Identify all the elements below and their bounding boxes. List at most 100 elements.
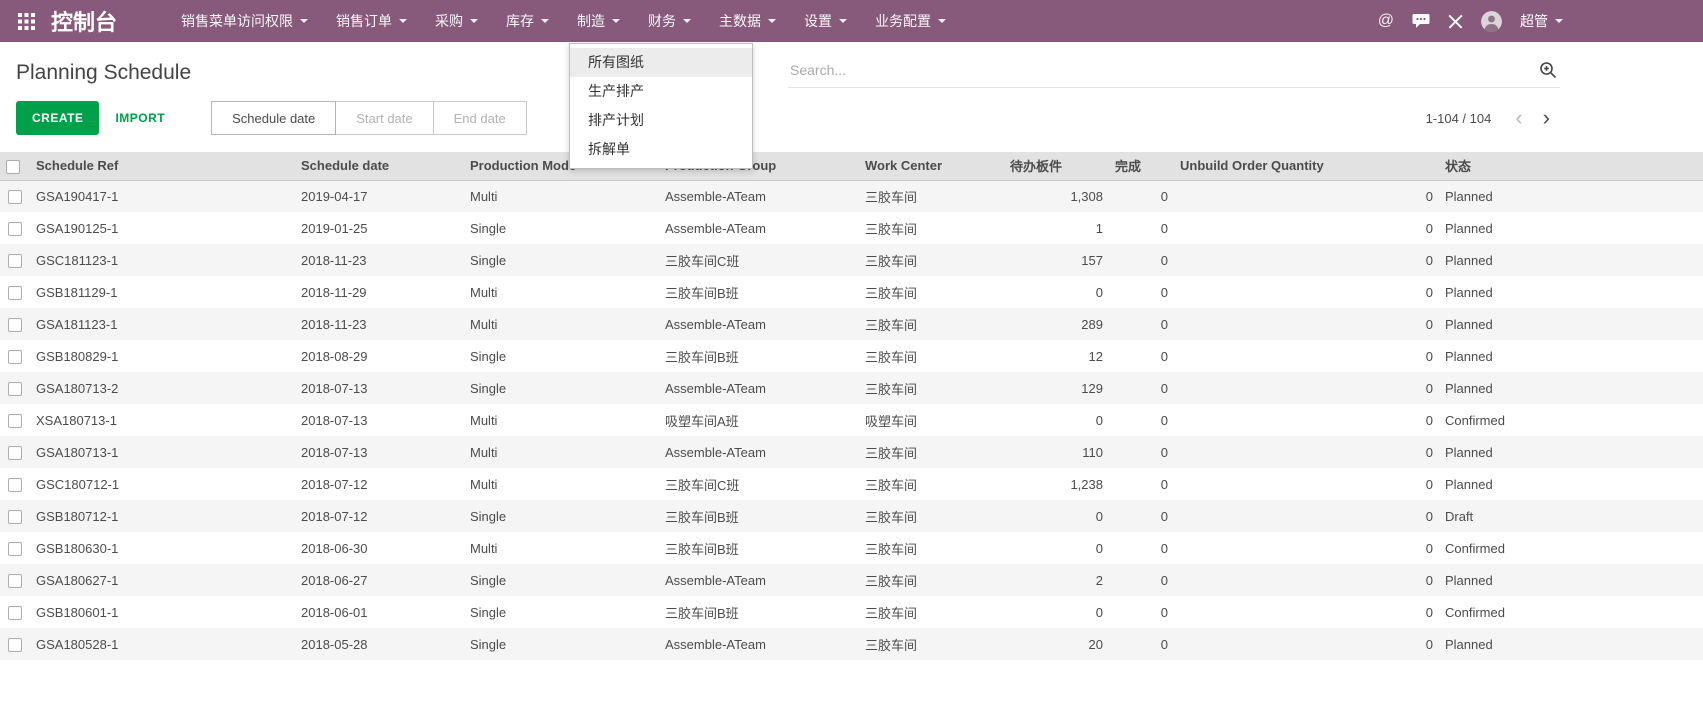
dropdown-item-all-drawings[interactable]: 所有图纸 [570,48,752,77]
search-input[interactable] [790,62,1538,78]
cell-schedule-ref: GSA180713-2 [30,372,295,404]
cell-status: Planned [1439,340,1703,372]
menu-sales-access[interactable]: 销售菜单访问权限 [167,0,322,42]
search-icon[interactable] [1538,60,1558,80]
cell-work-center: 三胶车间 [859,500,1004,532]
table-row[interactable]: GSA190417-12019-04-17MultiAssemble-ATeam… [0,180,1703,212]
dropdown-item-scheduling-plan[interactable]: 排产计划 [570,106,752,135]
cell-unbuild-order-quantity: 0 [1174,564,1439,596]
row-checkbox[interactable] [8,542,22,556]
chevron-down-icon [839,19,847,23]
cell-done: 0 [1109,276,1174,308]
table-row[interactable]: GSC180712-12018-07-12Multi三胶车间C班三胶车间1,23… [0,468,1703,500]
user-avatar[interactable] [1481,11,1502,32]
user-menu[interactable]: 超管 [1520,11,1563,31]
cell-pending-panels: 110 [1004,436,1109,468]
cell-schedule-date: 2018-07-12 [295,468,464,500]
row-checkbox[interactable] [8,382,22,396]
cell-production-mode: Single [464,340,659,372]
cell-done: 0 [1109,436,1174,468]
cell-unbuild-order-quantity: 0 [1174,276,1439,308]
row-checkbox[interactable] [8,574,22,588]
cell-production-mode: Single [464,500,659,532]
table-row[interactable]: GSB180712-12018-07-12Single三胶车间B班三胶车间000… [0,500,1703,532]
pager-next-button[interactable]: › [1533,107,1560,129]
table-row[interactable]: GSB181129-12018-11-29Multi三胶车间B班三胶车间000P… [0,276,1703,308]
row-checkbox[interactable] [8,350,22,364]
planning-schedule-table: Schedule RefSchedule dateProduction Mode… [0,152,1703,660]
menu-label: 销售菜单访问权限 [181,11,293,31]
dropdown-item-unbuild-order[interactable]: 拆解单 [570,135,752,164]
cell-unbuild-order-quantity: 0 [1174,340,1439,372]
table-row[interactable]: GSA181123-12018-11-23MultiAssemble-ATeam… [0,308,1703,340]
table-row[interactable]: GSA180713-22018-07-13SingleAssemble-ATea… [0,372,1703,404]
menu-label: 销售订单 [336,11,392,31]
menu-finance[interactable]: 财务 [634,0,705,42]
column-header-done[interactable]: 完成 [1109,152,1174,180]
cell-done: 0 [1109,500,1174,532]
cell-status: Confirmed [1439,596,1703,628]
table-row[interactable]: GSA190125-12019-01-25SingleAssemble-ATea… [0,212,1703,244]
menu-master-data[interactable]: 主数据 [705,0,790,42]
cell-unbuild-order-quantity: 0 [1174,468,1439,500]
column-header-schedule-ref[interactable]: Schedule Ref [30,152,295,180]
create-button[interactable]: CREATE [16,101,99,135]
row-checkbox[interactable] [8,414,22,428]
column-header-schedule-date[interactable]: Schedule date [295,152,464,180]
end-date-filter-button[interactable]: End date [433,101,527,135]
cell-schedule-ref: GSC181123-1 [30,244,295,276]
start-date-filter-button[interactable]: Start date [335,101,433,135]
table-row[interactable]: GSC181123-12018-11-23Single三胶车间C班三胶车间157… [0,244,1703,276]
cell-status: Planned [1439,628,1703,660]
cell-schedule-date: 2019-04-17 [295,180,464,212]
row-checkbox[interactable] [8,606,22,620]
cell-pending-panels: 1,238 [1004,468,1109,500]
row-checkbox[interactable] [8,254,22,268]
row-checkbox[interactable] [8,318,22,332]
pager-previous-button[interactable]: ‹ [1505,107,1532,129]
cell-production-group: Assemble-ATeam [659,628,859,660]
table-row[interactable]: GSA180528-12018-05-28SingleAssemble-ATea… [0,628,1703,660]
cell-pending-panels: 1,308 [1004,180,1109,212]
mentions-icon[interactable]: @ [1378,12,1394,30]
row-checkbox[interactable] [8,446,22,460]
table-row[interactable]: GSB180630-12018-06-30Multi三胶车间B班三胶车间000C… [0,532,1703,564]
menu-settings[interactable]: 设置 [790,0,861,42]
column-header-work-center[interactable]: Work Center [859,152,1004,180]
menu-label: 设置 [804,11,832,31]
select-all-checkbox[interactable] [6,160,20,174]
table-row[interactable]: GSA180627-12018-06-27SingleAssemble-ATea… [0,564,1703,596]
chat-icon[interactable] [1412,13,1430,29]
menu-sales-order[interactable]: 销售订单 [322,0,421,42]
row-checkbox[interactable] [8,222,22,236]
cell-schedule-date: 2018-11-23 [295,244,464,276]
column-header-pending-panels[interactable]: 待办板件 [1004,152,1109,180]
dropdown-item-production-scheduling[interactable]: 生产排产 [570,77,752,106]
menu-inventory[interactable]: 库存 [492,0,563,42]
row-checkbox[interactable] [8,286,22,300]
cell-status: Planned [1439,468,1703,500]
table-row[interactable]: XSA180713-12018-07-13Multi吸塑车间A班吸塑车间000C… [0,404,1703,436]
row-checkbox[interactable] [8,638,22,652]
cell-schedule-date: 2019-01-25 [295,212,464,244]
row-checkbox[interactable] [8,190,22,204]
row-checkbox[interactable] [8,478,22,492]
cell-work-center: 吸塑车间 [859,404,1004,436]
apps-grid-icon[interactable] [18,13,35,30]
tools-icon[interactable] [1448,14,1463,29]
app-title[interactable]: 控制台 [51,5,117,37]
menu-business-config[interactable]: 业务配置 [861,0,960,42]
cell-pending-panels: 20 [1004,628,1109,660]
import-button[interactable]: IMPORT [115,111,165,125]
column-header-unbuild-order-quantity[interactable]: Unbuild Order Quantity [1174,152,1439,180]
schedule-date-filter-button[interactable]: Schedule date [211,101,336,135]
menu-manufacturing[interactable]: 制造 [563,0,634,42]
row-checkbox[interactable] [8,510,22,524]
table-row[interactable]: GSB180601-12018-06-01Single三胶车间B班三胶车间000… [0,596,1703,628]
table-row[interactable]: GSB180829-12018-08-29Single三胶车间B班三胶车间120… [0,340,1703,372]
cell-work-center: 三胶车间 [859,244,1004,276]
table-row[interactable]: GSA180713-12018-07-13MultiAssemble-ATeam… [0,436,1703,468]
menu-purchase[interactable]: 采购 [421,0,492,42]
cell-unbuild-order-quantity: 0 [1174,436,1439,468]
column-header-status[interactable]: 状态 [1439,152,1703,180]
